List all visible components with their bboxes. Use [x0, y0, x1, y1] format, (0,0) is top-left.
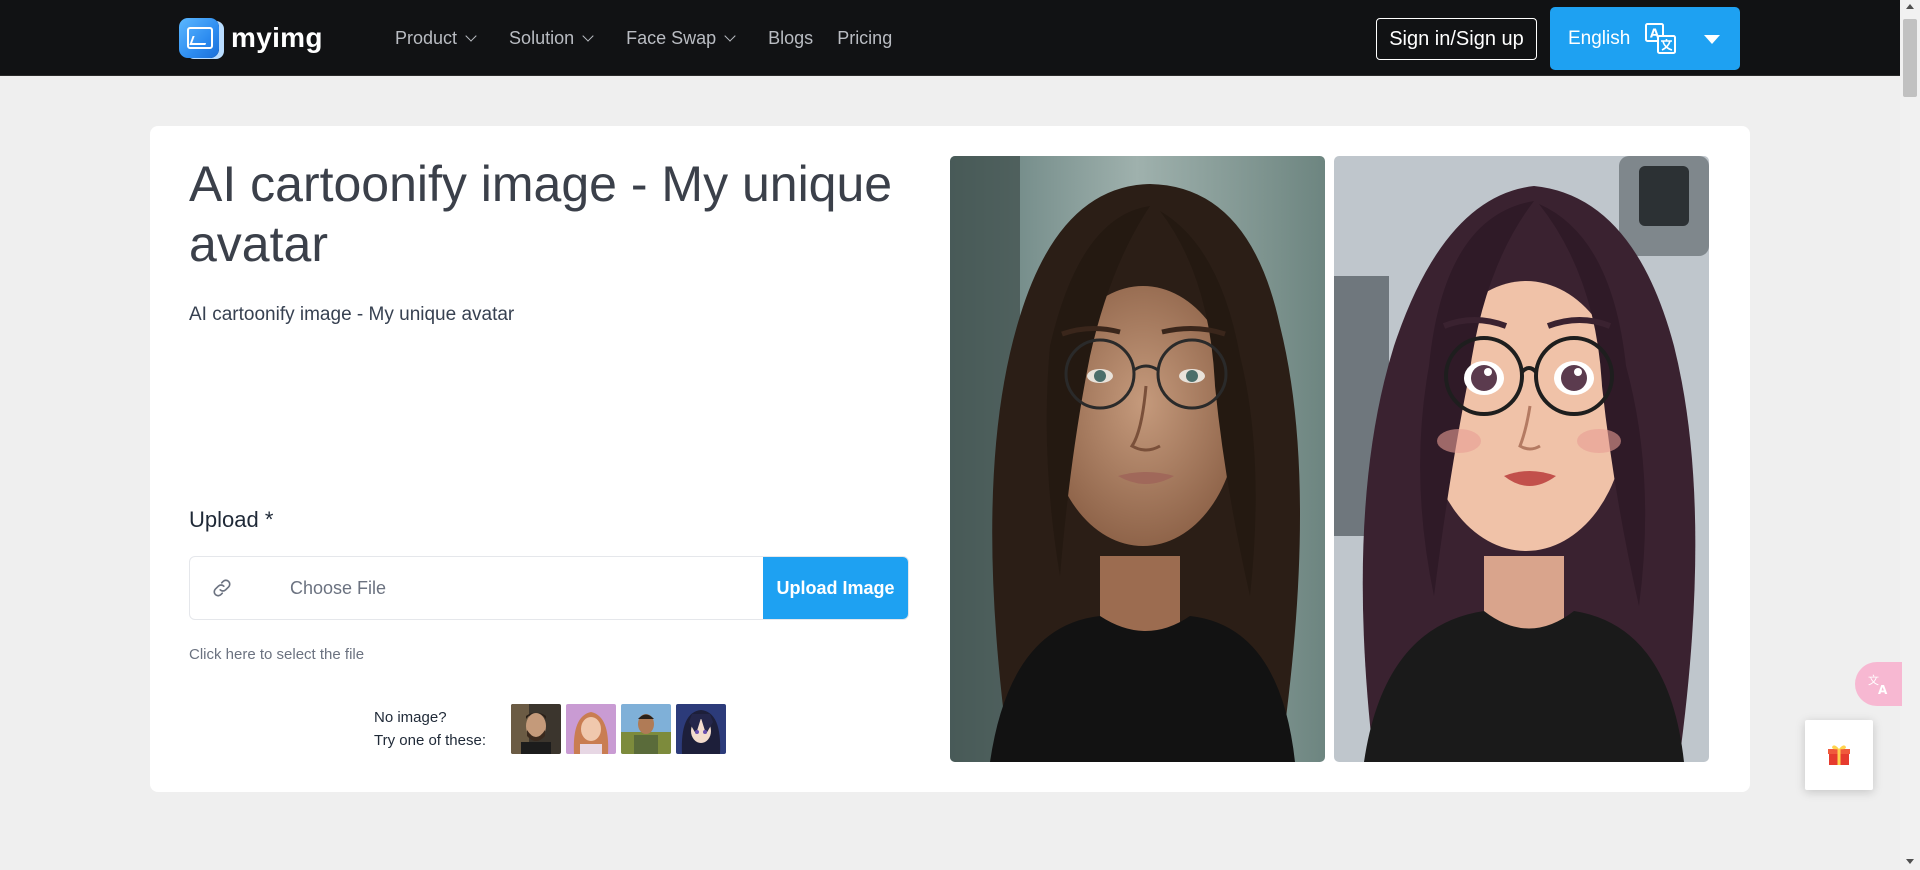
language-label: English — [1568, 27, 1631, 49]
chevron-down-icon — [724, 30, 736, 42]
upload-image-button[interactable]: Upload Image — [763, 557, 908, 619]
top-navbar: myimg Product Solution Face Swap Blogs P… — [0, 0, 1900, 76]
page-subtitle: AI cartoonify image - My unique avatar — [189, 304, 515, 325]
nav-item-label: Product — [395, 27, 458, 48]
main-card: AI cartoonify image - My unique avatar A… — [150, 126, 1750, 792]
nav-item-label: Face Swap — [626, 27, 717, 48]
upload-field: Choose File Upload Image — [189, 556, 909, 620]
upload-label: Upload * — [189, 507, 274, 532]
gift-icon — [1828, 745, 1850, 765]
choose-file-input[interactable]: Choose File — [254, 557, 763, 619]
nav-item-solution[interactable]: Solution — [509, 27, 594, 49]
cartoon-avatar-image — [1334, 156, 1709, 762]
preview-original-photo — [950, 156, 1325, 762]
nav-item-label: Pricing — [837, 27, 893, 48]
sample-prompt-line1: No image? — [374, 709, 447, 726]
scroll-up-arrow-icon[interactable] — [1906, 4, 1914, 9]
sample-thumbnail-man-beard[interactable] — [511, 704, 562, 754]
original-photo-image — [950, 156, 1325, 762]
signin-signup-button[interactable]: Sign in/Sign up — [1376, 18, 1537, 60]
link-icon — [190, 557, 254, 619]
logo-image-icon — [179, 18, 219, 58]
sample-thumbnail-man-outdoor[interactable] — [621, 704, 672, 754]
translate-icon: 文 A — [1868, 673, 1888, 696]
brand-name: myimg — [231, 22, 323, 53]
gift-promo-button[interactable] — [1805, 720, 1873, 790]
floating-translate-button[interactable]: 文 A — [1855, 662, 1902, 706]
sample-thumbnail-anime[interactable] — [676, 704, 727, 754]
chevron-down-icon — [465, 30, 477, 42]
nav-item-product[interactable]: Product — [395, 27, 477, 49]
sample-thumbnail-girl[interactable] — [566, 704, 617, 754]
nav-item-label: Solution — [509, 27, 575, 48]
main-nav: Product Solution Face Swap Blogs Pricing — [395, 0, 916, 76]
upload-helper-text[interactable]: Click here to select the file — [189, 646, 364, 663]
sample-prompt-line2: Try one of these: — [374, 732, 487, 749]
caret-down-icon — [1704, 35, 1720, 44]
scroll-down-arrow-icon[interactable] — [1906, 859, 1914, 864]
nav-item-label: Blogs — [768, 27, 814, 48]
language-selector[interactable]: English A — [1550, 7, 1740, 70]
svg-text:A: A — [1878, 683, 1888, 696]
sample-images: No image? Try one of these: — [374, 704, 731, 754]
sample-prompt: No image? Try one of these: — [374, 706, 486, 752]
page-title: AI cartoonify image - My unique avatar — [189, 156, 893, 272]
translate-icon: A — [1645, 23, 1676, 54]
scrollbar-thumb[interactable] — [1903, 19, 1917, 97]
preview-cartoon-avatar — [1334, 156, 1709, 762]
brand-logo[interactable]: myimg — [179, 18, 323, 58]
nav-item-pricing[interactable]: Pricing — [837, 28, 892, 49]
nav-item-blogs[interactable]: Blogs — [768, 28, 813, 49]
chevron-down-icon — [582, 30, 594, 42]
nav-item-face-swap[interactable]: Face Swap — [626, 27, 736, 49]
page-scrollbar[interactable] — [1900, 0, 1920, 870]
